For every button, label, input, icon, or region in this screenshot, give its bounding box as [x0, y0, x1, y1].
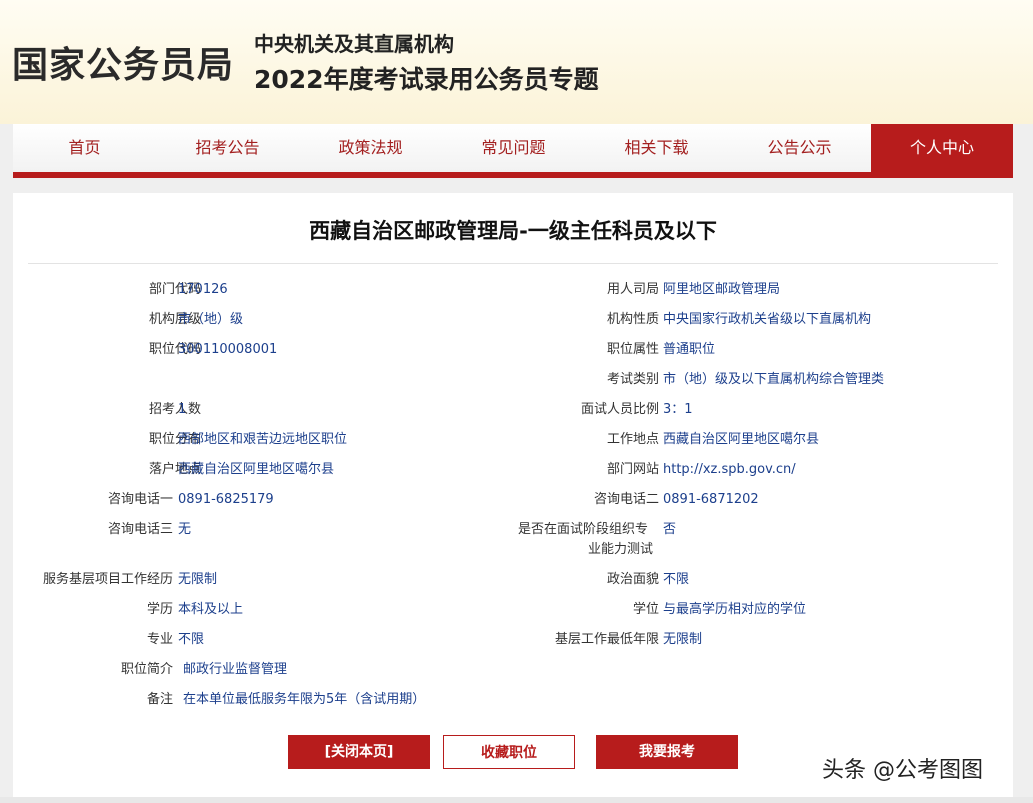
remarks-value: 在本单位最低服务年限为5年（含试用期） [183, 692, 426, 707]
website-label: 部门网站 [606, 462, 659, 477]
org-nature-value: 中央国家行政机关省级以下直属机构 [663, 312, 872, 327]
source-watermark: 头条 @公考图图 [822, 758, 983, 783]
special-test-label: 是否在面试阶段组织专 业能力测试 [518, 520, 658, 560]
position-detail-card: 西藏自治区邮政管理局-一级主任科员及以下 部门代码 170126 用人司局 阿里… [13, 193, 1013, 797]
phone2-value: 0891-6871202 [663, 492, 759, 507]
dept-code-value: 170126 [178, 282, 228, 297]
major-value: 不限 [178, 632, 205, 647]
intro-label: 职位简介 [120, 662, 173, 677]
header-subtitle: 中央机关及其直属机构 [254, 32, 454, 56]
position-title: 西藏自治区邮政管理局-一级主任科员及以下 [309, 219, 717, 243]
post-dist-value: 西部地区和艰苦边远地区职位 [178, 432, 348, 447]
intro-value: 邮政行业监督管理 [183, 662, 288, 677]
apply-button[interactable]: 我要报考 [596, 735, 738, 769]
phone3-label: 咨询电话三 [107, 522, 173, 537]
phone2-label: 咨询电话二 [593, 492, 659, 507]
education-label: 学历 [146, 602, 173, 617]
close-page-button[interactable]: [关闭本页] [288, 735, 430, 769]
org-level-value: 市（地）级 [178, 312, 244, 327]
main-nav: 首页 招考公告 政策法规 常见问题 相关下载 公告公示 个人中心 [13, 124, 1013, 178]
phone1-label: 咨询电话一 [107, 492, 173, 507]
work-place-label: 工作地点 [606, 432, 659, 447]
recruit-num-label: 招考人数 [148, 402, 201, 417]
exam-type-value: 市（地）级及以下直属机构综合管理类 [663, 372, 885, 387]
grassroots-project-label: 服务基层项目工作经历 [42, 572, 173, 587]
politics-value: 不限 [663, 572, 690, 587]
recruit-num-value: 1 [178, 402, 187, 417]
degree-label: 学位 [632, 602, 659, 617]
bottom-bar [0, 797, 1033, 803]
org-logo-text: 国家公务员局 [12, 45, 235, 86]
exam-type-label: 考试类别 [606, 372, 659, 387]
education-value: 本科及以上 [178, 602, 244, 617]
post-attr-value: 普通职位 [663, 342, 716, 357]
post-code-value: 300110008001 [178, 342, 278, 357]
org-nature-label: 机构性质 [606, 312, 659, 327]
post-attr-label: 职位属性 [606, 342, 659, 357]
phone1-value: 0891-6825179 [178, 492, 274, 507]
phone3-value: 无 [178, 522, 192, 537]
politics-label: 政治面貌 [606, 572, 659, 587]
nav-personal-center[interactable]: 个人中心 [871, 124, 1013, 172]
header-title: 2022年度考试录用公务员专题 [254, 65, 599, 94]
favorite-position-button[interactable]: 收藏职位 [443, 735, 575, 769]
grassroots-project-value: 无限制 [178, 572, 218, 587]
special-test-value: 否 [663, 522, 677, 537]
interview-ratio-value: 3：1 [663, 402, 693, 417]
nav-policies[interactable]: 政策法规 [299, 124, 442, 172]
grassroots-years-value: 无限制 [663, 632, 703, 647]
title-divider [28, 263, 998, 264]
remarks-label: 备注 [146, 692, 173, 707]
header-banner: 国家公务员局 中央机关及其直属机构 2022年度考试录用公务员专题 [0, 0, 1033, 124]
nav-faq[interactable]: 常见问题 [442, 124, 585, 172]
interview-ratio-label: 面试人员比例 [580, 402, 659, 417]
nav-downloads[interactable]: 相关下载 [585, 124, 728, 172]
website-link[interactable]: http://xz.spb.gov.cn/ [663, 460, 796, 480]
work-place-value: 西藏自治区阿里地区噶尔县 [663, 432, 820, 447]
employer-label: 用人司局 [606, 282, 659, 297]
degree-value: 与最高学历相对应的学位 [663, 602, 807, 617]
major-label: 专业 [146, 632, 173, 647]
special-test-label-line1: 是否在面试阶段组织专 [518, 522, 649, 537]
employer-value: 阿里地区邮政管理局 [663, 282, 781, 297]
nav-announcements[interactable]: 招考公告 [156, 124, 299, 172]
grassroots-years-label: 基层工作最低年限 [554, 632, 659, 647]
nav-home[interactable]: 首页 [13, 124, 156, 172]
nav-notices[interactable]: 公告公示 [728, 124, 871, 172]
special-test-label-line2: 业能力测试 [588, 542, 654, 557]
hukou-value: 西藏自治区阿里地区噶尔县 [178, 462, 335, 477]
